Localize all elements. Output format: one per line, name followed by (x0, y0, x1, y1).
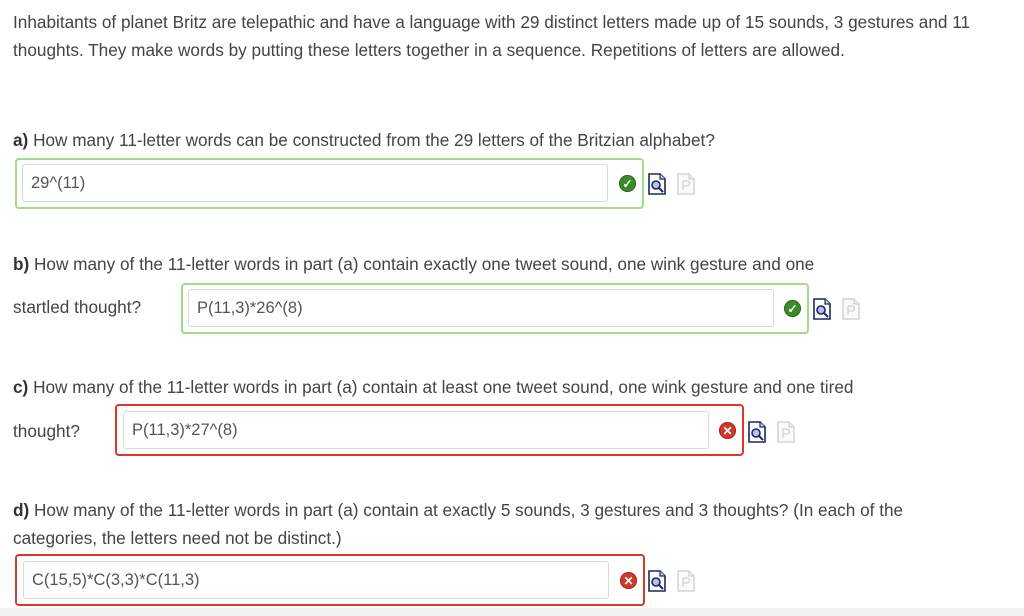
answer-d-input[interactable] (23, 561, 609, 599)
answer-a-input[interactable] (22, 164, 608, 202)
answer-c-frame: ✕ (115, 404, 744, 456)
question-b: b) How many of the 11-letter words in pa… (13, 250, 1013, 278)
question-c-text: How many of the 11-letter words in part … (28, 377, 854, 397)
preview-icon[interactable] (748, 421, 766, 443)
problem-intro: Inhabitants of planet Britz are telepath… (13, 12, 971, 60)
preview-icon[interactable] (648, 570, 666, 592)
question-c: c) How many of the 11-letter words in pa… (13, 373, 1013, 401)
answer-d-frame: ✕ (15, 554, 645, 606)
preview-icon[interactable] (813, 298, 831, 320)
page-icon[interactable] (777, 421, 795, 443)
question-c-label: c) (13, 377, 29, 397)
question-a-label: a) (13, 130, 29, 150)
page-bottom-edge (0, 608, 1024, 616)
page-icon[interactable] (677, 570, 695, 592)
question-b-trailing: startled thought? (13, 297, 142, 317)
page-icon[interactable] (677, 173, 695, 195)
question-b-label: b) (13, 254, 30, 274)
page-icon[interactable] (842, 298, 860, 320)
question-a: a) How many 11-letter words can be const… (13, 126, 1013, 154)
question-d-text: How many of the 11-letter words in part … (13, 500, 904, 548)
answer-b-input[interactable] (188, 289, 774, 327)
check-icon: ✓ (619, 175, 636, 192)
question-b-text: How many of the 11-letter words in part … (29, 254, 815, 274)
question-d: d) How many of the 11-letter words in pa… (13, 496, 988, 552)
question-d-label: d) (13, 500, 30, 520)
answer-c-input[interactable] (123, 411, 709, 449)
answer-b-frame: ✓ (181, 283, 809, 334)
question-c-trailing: thought? (13, 421, 80, 441)
x-icon: ✕ (620, 572, 637, 589)
question-a-text: How many 11-letter words can be construc… (28, 130, 715, 150)
check-icon: ✓ (784, 300, 801, 317)
x-icon: ✕ (719, 422, 736, 439)
answer-a-frame: ✓ (15, 158, 644, 209)
preview-icon[interactable] (648, 173, 666, 195)
